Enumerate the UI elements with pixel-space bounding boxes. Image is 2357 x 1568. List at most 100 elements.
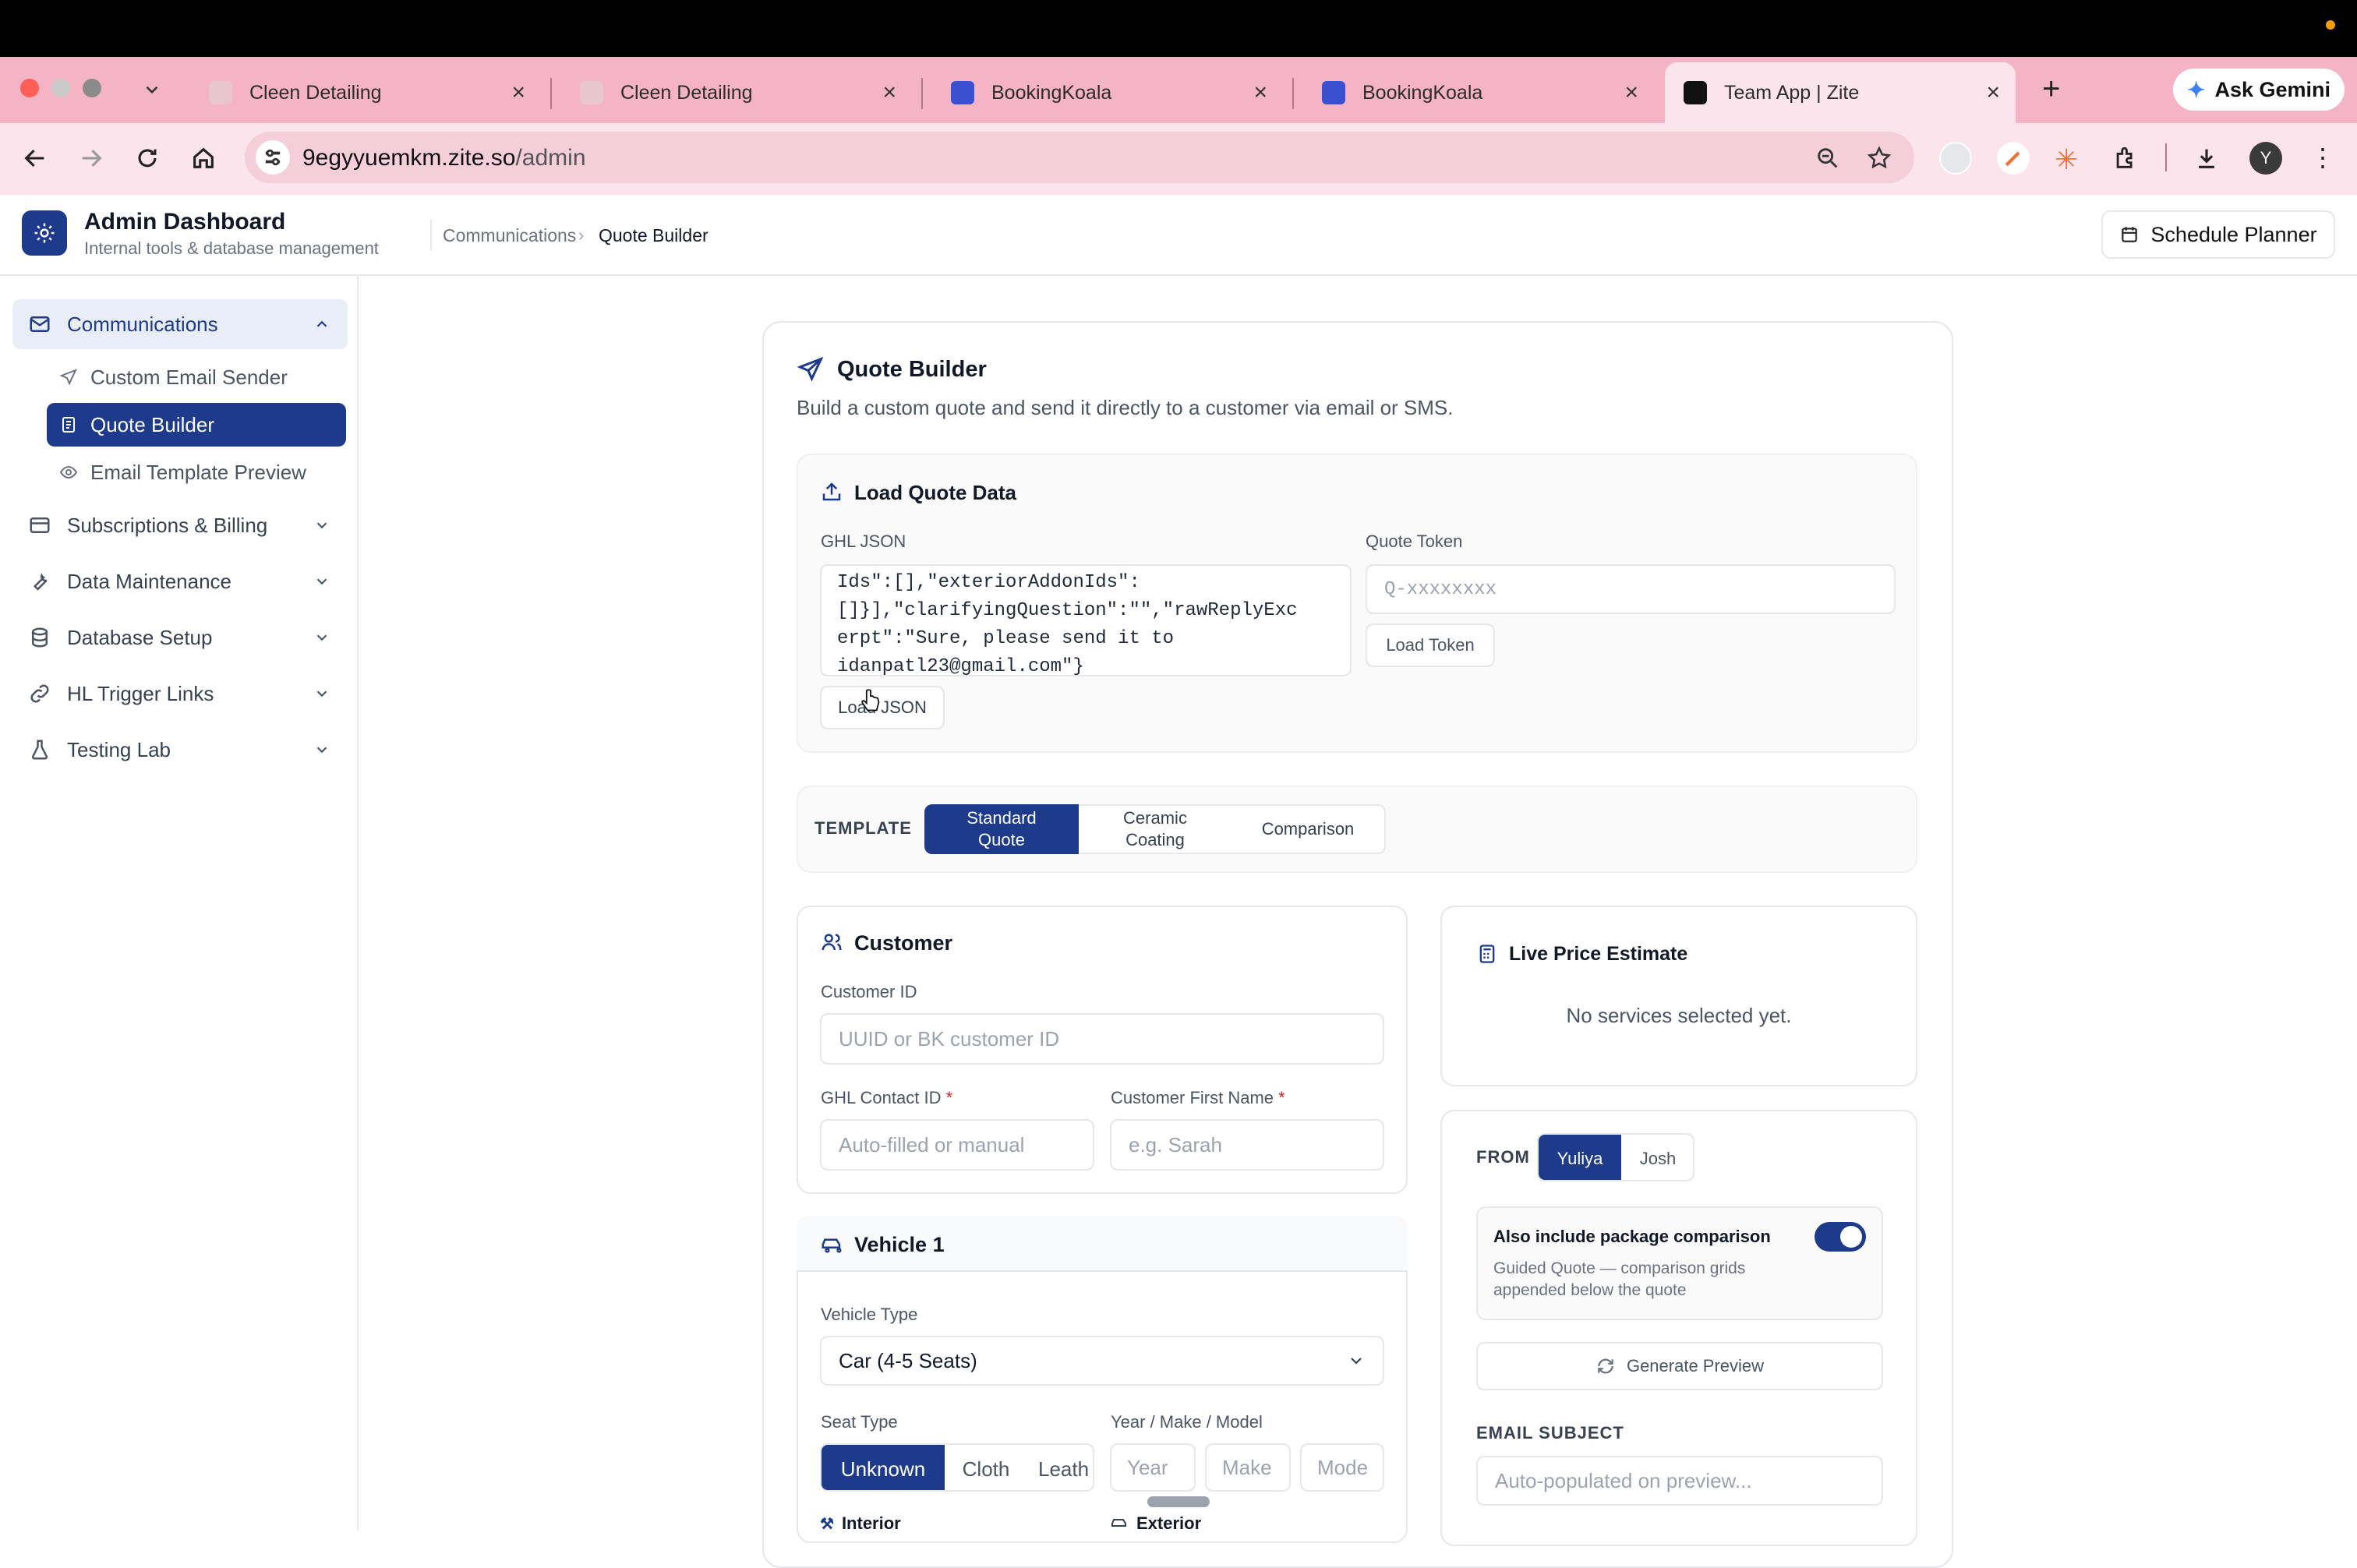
extension-spark-icon[interactable]: ✳ <box>2055 143 2078 176</box>
sidebar-item-database-setup[interactable]: Database Setup <box>12 613 348 662</box>
quote-token-input[interactable]: Q-xxxxxxxx <box>1366 564 1896 614</box>
from-segmented-control: Yuliya Josh <box>1537 1133 1694 1181</box>
close-icon[interactable]: × <box>882 79 896 106</box>
sidebar-item-email-template-preview[interactable]: Email Template Preview <box>47 450 346 494</box>
extension-brush-icon[interactable] <box>1997 142 2030 175</box>
tab-cleen-detailing-1[interactable]: Cleen Detailing × <box>190 62 541 123</box>
ghl-contact-id-placeholder: Auto-filled or manual <box>839 1132 1025 1157</box>
minimize-window-button[interactable] <box>51 79 70 97</box>
receipt-icon <box>62 417 75 433</box>
sidebar-item-data-maintenance[interactable]: Data Maintenance <box>12 556 348 606</box>
tab-bookingkoala-1[interactable]: BookingKoala × <box>932 62 1283 123</box>
breadcrumb-communications[interactable]: Communications <box>443 225 576 246</box>
sidebar-item-custom-email-sender[interactable]: Custom Email Sender <box>47 355 346 399</box>
sidebar-item-communications[interactable]: Communications <box>12 299 348 349</box>
template-ceramic-coating[interactable]: Ceramic Coating <box>1079 804 1232 854</box>
close-icon[interactable]: × <box>1986 79 2000 106</box>
exterior-section-label: Exterior <box>1110 1513 1201 1534</box>
seat-option-label: Unknown <box>840 1457 926 1481</box>
sidebar-item-subscriptions-billing[interactable]: Subscriptions & Billing <box>12 500 348 550</box>
tab-bookingkoala-2[interactable]: BookingKoala × <box>1303 62 1654 123</box>
users-icon <box>820 931 843 954</box>
tab-favicon-icon <box>209 81 232 104</box>
breadcrumb-separator: › <box>578 225 585 245</box>
live-price-estimate-card <box>1440 906 1917 1086</box>
package-comparison-toggle[interactable] <box>1815 1222 1866 1252</box>
close-icon[interactable]: × <box>1253 79 1267 106</box>
year-input[interactable]: Year <box>1110 1443 1196 1492</box>
email-subject-input[interactable]: Auto-populated on preview... <box>1476 1456 1883 1506</box>
tab-divider <box>1292 78 1294 109</box>
load-token-button[interactable]: Load Token <box>1366 623 1495 667</box>
extension-avatar-icon[interactable] <box>1939 142 1972 175</box>
customer-id-input[interactable]: UUID or BK customer ID <box>820 1013 1384 1065</box>
sidebar-item-label: Email Template Preview <box>90 460 306 484</box>
make-input[interactable]: Make <box>1205 1443 1291 1492</box>
load-json-button[interactable]: Load JSON <box>820 686 945 729</box>
close-icon[interactable]: × <box>1624 79 1638 106</box>
ghl-contact-id-label: GHL Contact ID * <box>821 1088 952 1108</box>
tab-cleen-detailing-2[interactable]: Cleen Detailing × <box>561 62 912 123</box>
close-icon[interactable]: × <box>511 79 525 106</box>
zoom-window-button[interactable] <box>83 79 101 97</box>
sidebar-item-hl-trigger-links[interactable]: HL Trigger Links <box>12 669 348 719</box>
live-price-estimate-title: Live Price Estimate <box>1509 943 1688 965</box>
page-subtitle: Internal tools & database management <box>84 238 379 258</box>
load-quote-data-title: Load Quote Data <box>854 481 1017 504</box>
database-icon <box>32 627 48 648</box>
browser-menu-icon[interactable]: ⋮ <box>2310 145 2335 170</box>
from-yuliya[interactable]: Yuliya <box>1539 1135 1621 1180</box>
zoom-icon[interactable] <box>1815 145 1841 171</box>
ghl-json-textarea[interactable]: Ids":[],"exteriorAddonIds": []}],"clarif… <box>820 564 1352 676</box>
reload-icon[interactable] <box>134 145 161 171</box>
ghl-contact-id-input[interactable]: Auto-filled or manual <box>820 1119 1094 1171</box>
horizontal-scrollbar[interactable] <box>1147 1496 1210 1507</box>
customer-first-name-label-text: Customer First Name <box>1111 1088 1274 1107</box>
load-token-label: Load Token <box>1386 635 1475 655</box>
url-text[interactable]: 9egyyuemkm.zite.so/admin <box>302 145 586 171</box>
schedule-planner-label: Schedule Planner <box>2150 222 2317 246</box>
sidebar-item-label: Communications <box>67 312 218 336</box>
ask-gemini-button[interactable]: ✦ Ask Gemini <box>2173 69 2345 111</box>
seat-type-unknown[interactable]: Unknown <box>822 1445 945 1490</box>
schedule-planner-button[interactable]: Schedule Planner <box>2101 210 2335 259</box>
sidebar-item-quote-builder[interactable]: Quote Builder <box>47 403 346 447</box>
make-placeholder: Make <box>1222 1455 1272 1479</box>
header-divider <box>430 220 432 251</box>
model-input[interactable]: Mode <box>1300 1443 1384 1492</box>
sidebar-item-label: Testing Lab <box>67 737 171 761</box>
year-placeholder: Year <box>1127 1455 1168 1479</box>
vehicle-type-label: Vehicle Type <box>821 1305 918 1324</box>
vehicle-type-select[interactable]: Car (4-5 Seats) <box>820 1336 1384 1386</box>
template-standard-quote[interactable]: Standard Quote <box>924 804 1079 854</box>
tab-team-app-zite[interactable]: Team App | Zite × <box>1665 62 2016 123</box>
bookmark-star-icon[interactable] <box>1866 145 1892 171</box>
downloads-icon[interactable] <box>2193 145 2220 171</box>
extensions-puzzle-icon[interactable] <box>2112 145 2139 171</box>
profile-avatar[interactable]: Y <box>2249 142 2282 175</box>
close-window-button[interactable] <box>20 79 39 97</box>
tab-title: BookingKoala <box>1362 81 1483 104</box>
sidebar-item-testing-lab[interactable]: Testing Lab <box>12 725 348 775</box>
email-subject-placeholder: Auto-populated on preview... <box>1495 1468 1752 1492</box>
template-option-label: Comparison <box>1261 819 1355 839</box>
customer-first-name-input[interactable]: e.g. Sarah <box>1110 1119 1384 1171</box>
seat-type-label: Seat Type <box>821 1412 898 1432</box>
forward-icon[interactable] <box>78 145 104 171</box>
tab-search-icon[interactable] <box>142 79 162 100</box>
seat-type-leather[interactable]: Leath <box>1027 1445 1093 1490</box>
tab-divider <box>550 78 552 109</box>
customer-first-name-placeholder: e.g. Sarah <box>1129 1132 1222 1157</box>
tab-title: BookingKoala <box>991 81 1112 104</box>
home-icon[interactable] <box>190 145 217 171</box>
from-josh[interactable]: Josh <box>1621 1135 1693 1180</box>
back-icon[interactable] <box>22 145 48 171</box>
package-comparison-description: Guided Quote — comparison grids appended… <box>1493 1259 1746 1299</box>
seat-type-cloth[interactable]: Cloth <box>945 1445 1027 1490</box>
site-info-icon[interactable] <box>256 140 290 175</box>
template-comparison[interactable]: Comparison <box>1232 804 1384 854</box>
new-tab-button[interactable]: + <box>2042 72 2060 107</box>
toolbar-divider <box>2165 143 2167 171</box>
app-header <box>0 195 2357 276</box>
generate-preview-button[interactable]: Generate Preview <box>1476 1342 1883 1390</box>
